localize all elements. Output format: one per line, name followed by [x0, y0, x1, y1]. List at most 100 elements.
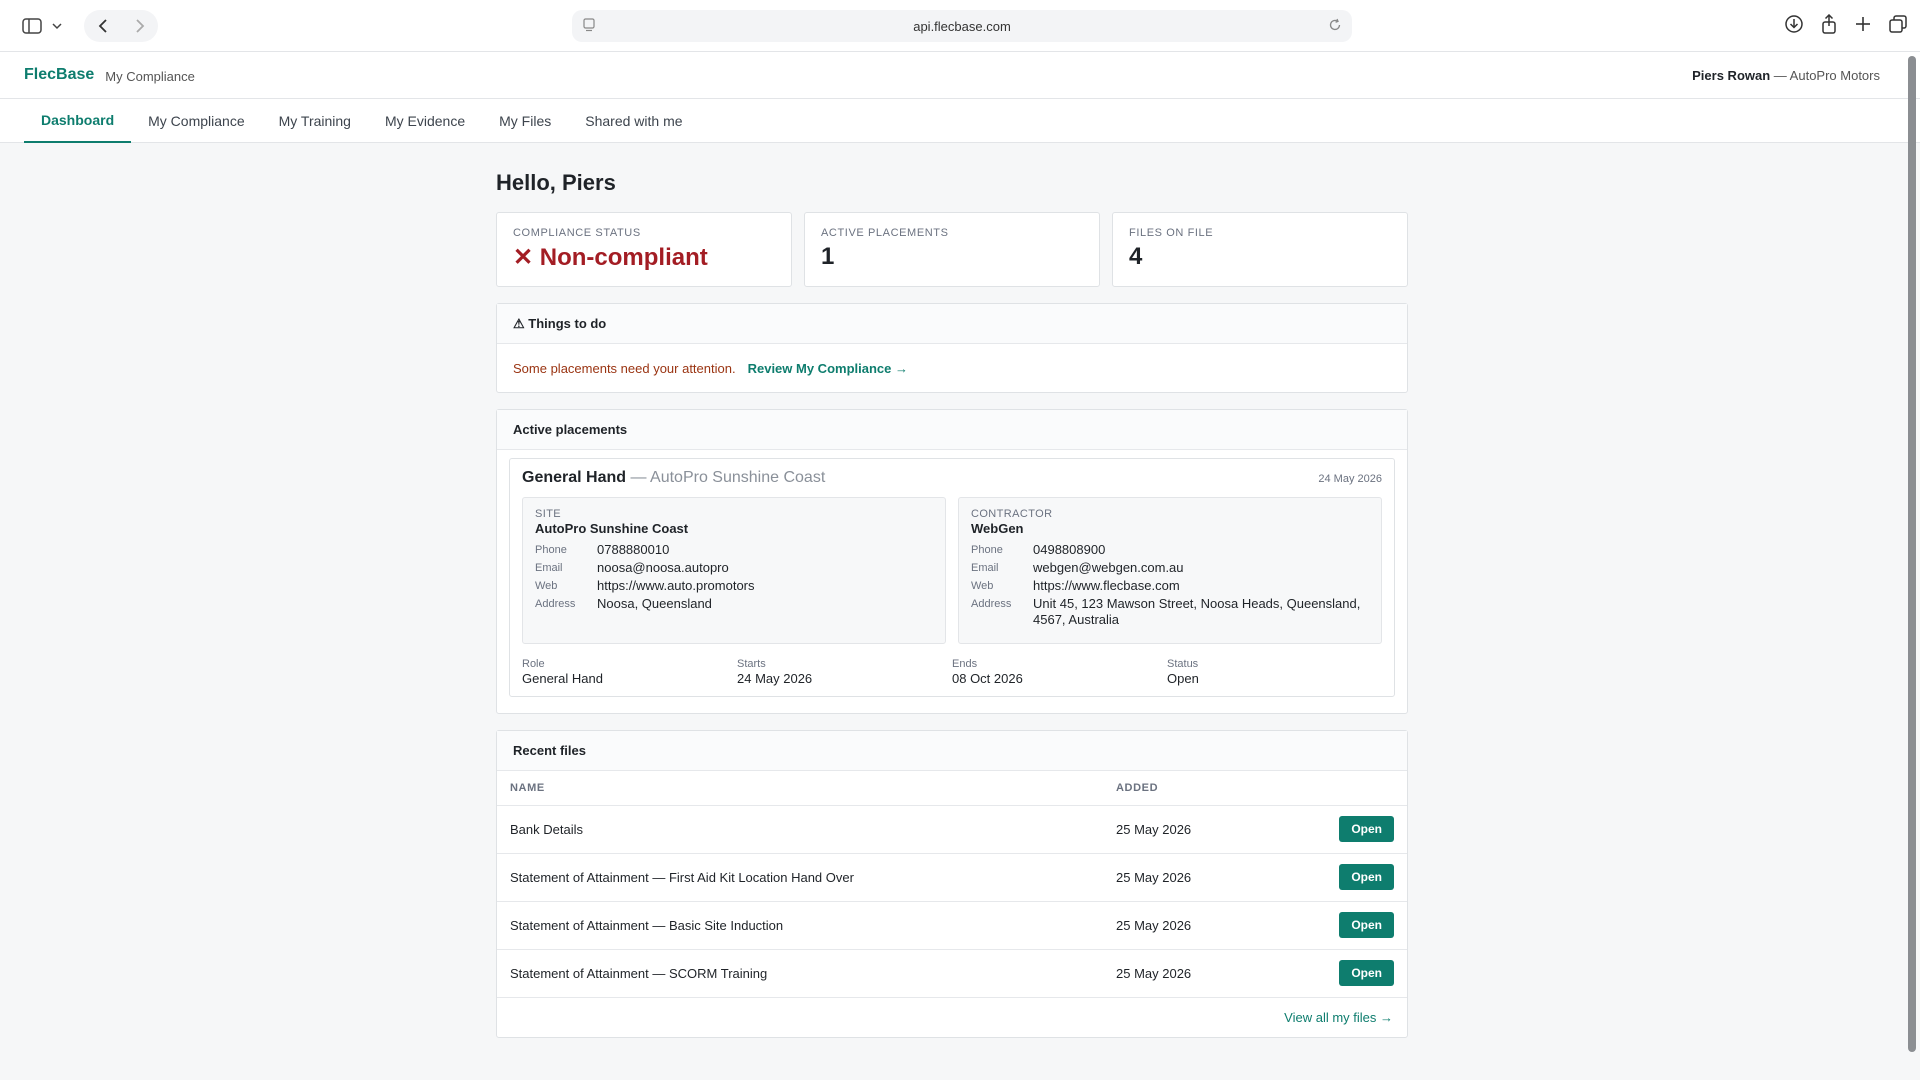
site-web-row: Web https://www.auto.promotors — [535, 578, 933, 594]
files-on-file-card: Files on file 4 — [1112, 212, 1408, 287]
open-file-button[interactable]: Open — [1339, 912, 1394, 938]
tab-my-training[interactable]: My Training — [262, 99, 368, 143]
card-label: Active placements — [821, 227, 949, 239]
tab-dashboard[interactable]: Dashboard — [24, 99, 132, 143]
field-label: Phone — [535, 544, 567, 556]
file-name: Statement of Attainment — SCORM Training — [497, 949, 1103, 998]
open-file-button[interactable]: Open — [1339, 960, 1394, 986]
files-footer: View all my files → — [497, 998, 1407, 1037]
back-icon[interactable] — [98, 18, 108, 34]
open-file-button[interactable]: Open — [1339, 816, 1394, 842]
file-actions: Open — [1272, 805, 1407, 854]
app-header: FlecBase My Compliance Piers Rowan — Aut… — [0, 52, 1920, 99]
column-header-name: Name — [497, 771, 1103, 806]
contractor-phone-row: Phone 0498808900 — [971, 542, 1369, 558]
file-added: 25 May 2026 — [1103, 949, 1273, 998]
review-compliance-link[interactable]: Review My Compliance → — [748, 361, 908, 376]
page-icon — [582, 18, 596, 32]
file-name: Statement of Attainment — First Aid Kit … — [497, 853, 1103, 902]
contractor-email: webgen@webgen.com.au — [1033, 560, 1184, 575]
tab-overview-icon[interactable] — [1888, 14, 1908, 34]
things-to-do-panel: ⚠ Things to do Some placements need your… — [496, 303, 1408, 393]
field-label: Phone — [971, 544, 1003, 556]
file-name: Bank Details — [497, 805, 1103, 854]
reload-icon[interactable] — [1328, 18, 1342, 32]
contractor-email-row: Email webgen@webgen.com.au — [971, 560, 1369, 576]
contractor-kicker: Contractor — [971, 508, 1053, 520]
field-label: Address — [971, 598, 1012, 610]
download-icon[interactable] — [1784, 14, 1804, 34]
main-nav-tabs: Dashboard My Compliance My Training My E… — [0, 99, 1920, 143]
new-tab-icon[interactable] — [1854, 15, 1872, 33]
page-greeting: Hello, Piers — [496, 170, 616, 195]
panel-title: ⚠ Things to do — [497, 304, 1407, 344]
table-row: Statement of Attainment — SCORM Training… — [497, 949, 1407, 998]
brand-logo[interactable]: FlecBase — [24, 66, 94, 84]
sidebar-toggle-button[interactable] — [8, 10, 76, 42]
view-all-files-link[interactable]: View all my files → — [1284, 1010, 1393, 1025]
meta-label: Ends — [952, 658, 978, 670]
column-header-actions — [1272, 771, 1407, 806]
placement-date: 24 May 2026 — [1318, 473, 1382, 485]
site-address-row: Address Noosa, Queensland — [535, 596, 933, 612]
file-added: 25 May 2026 — [1103, 853, 1273, 902]
table-header-row: Name Added — [497, 771, 1407, 806]
open-file-button[interactable]: Open — [1339, 864, 1394, 890]
meta-value: 08 Oct 2026 — [952, 671, 1023, 686]
contractor-address: Unit 45, 123 Mawson Street, Noosa Heads,… — [1033, 596, 1361, 627]
contractor-address-row: Address Unit 45, 123 Mawson Street, Noosa… — [971, 596, 1369, 628]
placement-list: General Hand — AutoPro Sunshine Coast 24… — [497, 450, 1407, 713]
meta-role: Role General Hand — [522, 658, 737, 686]
file-actions: Open — [1272, 901, 1407, 950]
site-details: Site AutoPro Sunshine Coast Phone 0788880… — [522, 497, 946, 644]
history-nav — [84, 10, 158, 42]
user-org: — AutoPro Motors — [1770, 68, 1880, 83]
field-label: Email — [535, 562, 563, 574]
user-info[interactable]: Piers Rowan — AutoPro Motors — [1692, 68, 1880, 83]
tab-my-compliance[interactable]: My Compliance — [131, 99, 261, 143]
tab-my-files[interactable]: My Files — [482, 99, 568, 143]
contractor-details: Contractor WebGen Phone 0498808900 Email w… — [958, 497, 1382, 644]
share-icon[interactable] — [1820, 14, 1838, 34]
active-placements-panel: Active placements General Hand — AutoPro… — [496, 409, 1408, 714]
contractor-web: https://www.flecbase.com — [1033, 578, 1180, 593]
active-placements-card: Active placements 1 — [804, 212, 1100, 287]
meta-ends: Ends 08 Oct 2026 — [952, 658, 1167, 686]
file-added: 25 May 2026 — [1103, 805, 1273, 854]
panel-title: Active placements — [497, 410, 1407, 450]
table-row: Bank Details 25 May 2026 Open — [497, 805, 1407, 854]
dashboard-content: Hello, Piers Compliance status ✕ Non-com… — [496, 170, 1408, 1054]
file-name: Statement of Attainment — Basic Site Ind… — [497, 901, 1103, 950]
forward-icon[interactable] — [135, 18, 145, 34]
address-bar[interactable]: api.flecbase.com — [572, 10, 1352, 42]
field-label: Email — [971, 562, 999, 574]
tab-my-evidence[interactable]: My Evidence — [368, 99, 482, 143]
file-actions: Open — [1272, 853, 1407, 902]
summary-cards: Compliance status ✕ Non-compliant Active… — [496, 212, 1408, 287]
site-name: AutoPro Sunshine Coast — [535, 521, 689, 536]
site-web: https://www.auto.promotors — [597, 578, 755, 593]
meta-status: Status Open — [1167, 658, 1382, 686]
todo-message: Some placements need your attention. — [513, 360, 736, 376]
table-row: Statement of Attainment — First Aid Kit … — [497, 853, 1407, 902]
meta-value: 24 May 2026 — [737, 671, 813, 686]
files-on-file-value: 4 — [1129, 243, 1143, 270]
contractor-web-row: Web https://www.flecbase.com — [971, 578, 1369, 594]
meta-starts: Starts 24 May 2026 — [737, 658, 952, 686]
site-kicker: Site — [535, 508, 562, 520]
meta-label: Starts — [737, 658, 766, 670]
tab-shared-with-me[interactable]: Shared with me — [568, 99, 699, 143]
compliance-status-value: ✕ Non-compliant — [513, 244, 708, 271]
card-label: Files on file — [1129, 227, 1214, 239]
placement-meta: Role General Hand Starts 24 May 2026 Ends 0… — [522, 658, 1382, 686]
column-header-added: Added — [1103, 771, 1273, 806]
recent-files-panel: Recent files Name Added Bank Details 25 … — [496, 730, 1408, 1038]
site-phone: 0788880010 — [597, 542, 670, 557]
site-email-row: Email noosa@noosa.autopro — [535, 560, 933, 576]
browser-toolbar: api.flecbase.com — [0, 0, 1920, 52]
page-scrollbar[interactable] — [1908, 56, 1916, 1052]
file-actions: Open — [1272, 949, 1407, 998]
files-table: Name Added Bank Details 25 May 2026 Open… — [497, 771, 1407, 998]
compliance-status-card: Compliance status ✕ Non-compliant — [496, 212, 792, 287]
table-row: Statement of Attainment — Basic Site Ind… — [497, 901, 1407, 950]
